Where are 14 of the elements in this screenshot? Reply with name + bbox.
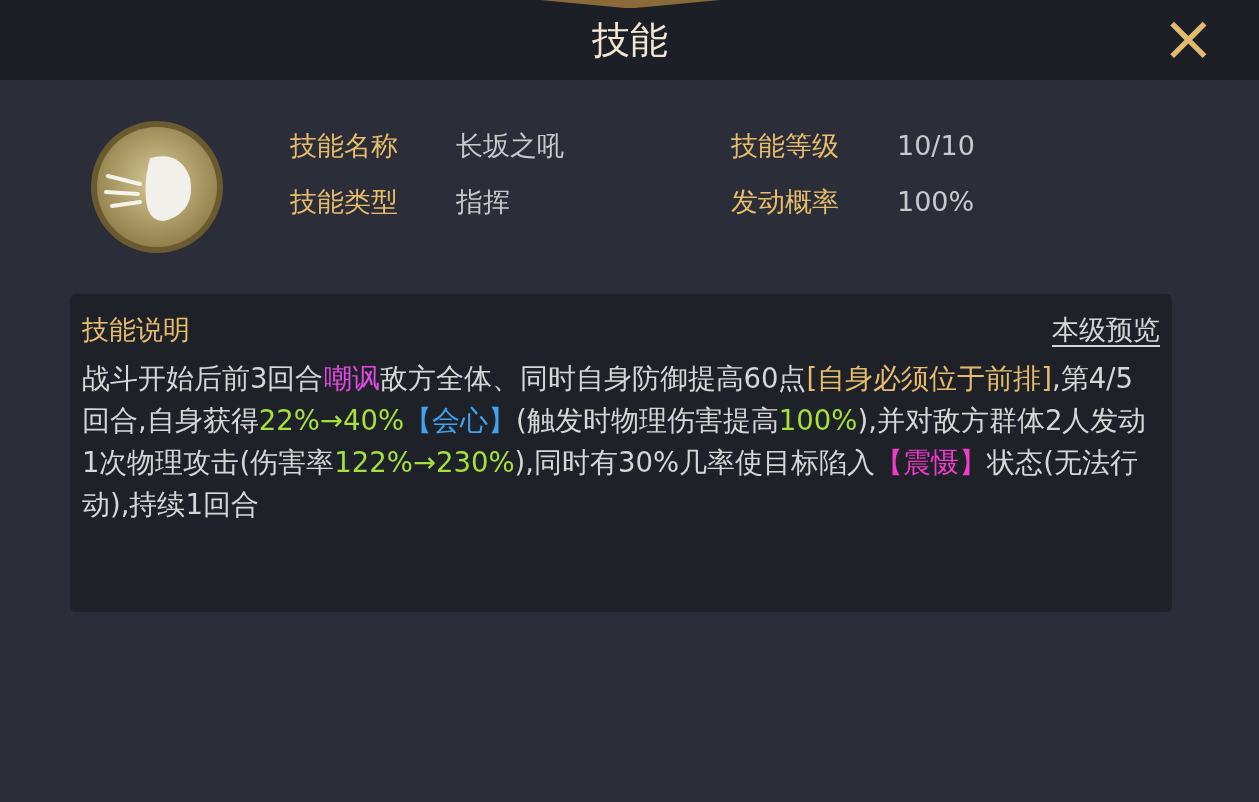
field-label: 发动概率 — [731, 184, 840, 219]
close-button[interactable]: × — [1157, 10, 1219, 66]
field-value: 10/10 — [897, 128, 976, 163]
field-label: 技能等级 — [731, 128, 840, 163]
preview-link[interactable]: 本级预览 — [1052, 310, 1160, 351]
window-title: 技能 — [591, 16, 668, 64]
field-value: 指挥 — [456, 184, 511, 219]
section-title: 技能说明 — [82, 313, 190, 347]
skill-description: 战斗开始后前3回合嘲讽敌方全体、同时自身防御提高60点[自身必须位于前排],第4/5回合,自身获得22%→40%【会心】(触发时物理伤害提高100%),并对敌方群体2人发动1次物理攻击(伤害率122%→230%),同时有30%几率使目标陷入【震慑】状态(无法行动),持续1回合 — [82, 360, 1148, 522]
field-label: 技能类型 — [290, 184, 399, 219]
field-value: 100% — [897, 184, 976, 219]
field-label: 技能名称 — [290, 128, 399, 163]
emblem-icon — [88, 118, 226, 256]
field-value: 长坂之吼 — [456, 128, 565, 163]
